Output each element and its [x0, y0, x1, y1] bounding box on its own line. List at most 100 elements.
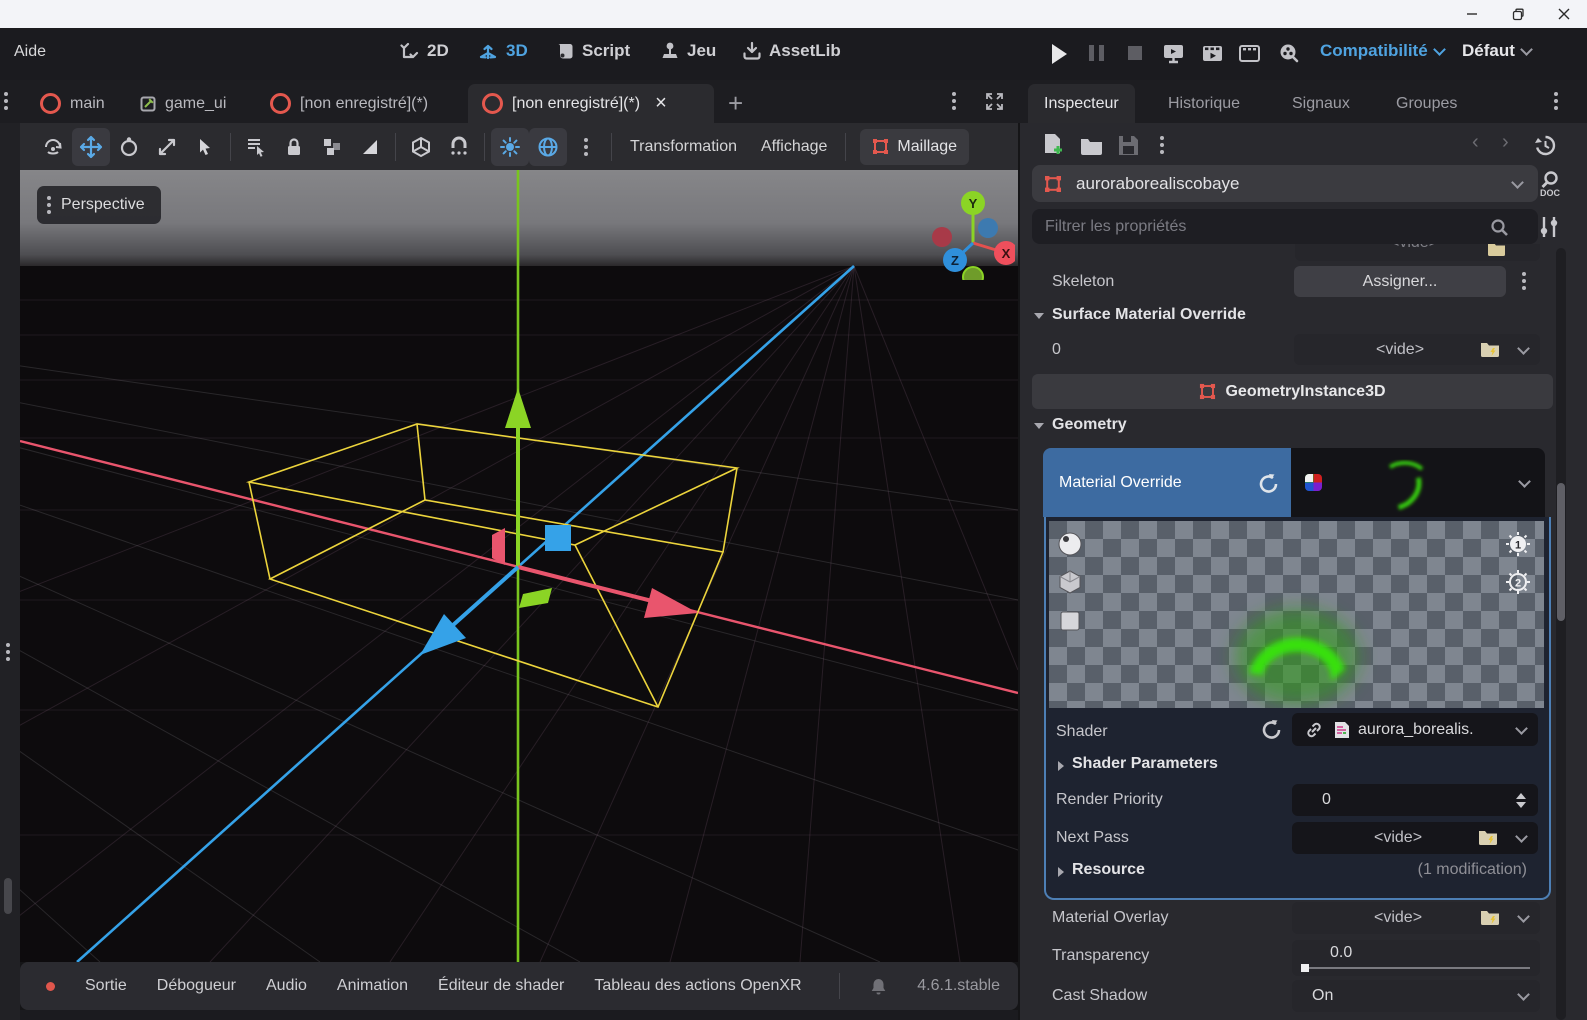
rotate-tool[interactable] — [110, 128, 148, 166]
remote-debug-icon[interactable] — [1162, 42, 1185, 65]
3d-viewport[interactable]: Perspective Y X Z — [20, 170, 1018, 962]
next-pass-picker[interactable]: <vide> — [1292, 822, 1538, 854]
preview-quad-icon[interactable] — [1057, 608, 1083, 634]
preview-environment-toggle[interactable] — [529, 128, 567, 166]
filter-properties-input[interactable] — [1032, 209, 1538, 244]
section-shader-parameters[interactable]: Shader Parameters — [1072, 755, 1218, 773]
save-resource-icon[interactable] — [1118, 135, 1139, 156]
category-geometryinstance3d[interactable]: GeometryInstance3D — [1032, 374, 1553, 409]
menu-aide[interactable]: Aide — [14, 43, 46, 61]
open-docs-icon[interactable]: DOC — [1538, 170, 1562, 198]
maillage-menu-button[interactable]: Maillage — [860, 129, 969, 165]
group-selected-tool[interactable] — [313, 128, 351, 166]
scene-tab-game-ui[interactable]: game_ui — [126, 84, 240, 123]
ruler-tool[interactable] — [351, 128, 389, 166]
play-button[interactable] — [1052, 44, 1067, 64]
material-overlay-picker[interactable]: <vide> — [1292, 902, 1540, 934]
collapse-icon[interactable] — [1034, 313, 1044, 319]
section-resource[interactable]: Resource — [1072, 861, 1145, 879]
revert-icon[interactable] — [1260, 717, 1284, 741]
scene-tabs-menu-icon[interactable] — [952, 99, 956, 103]
surface-material-picker[interactable]: <vide> — [1294, 334, 1540, 365]
spinner-icon[interactable] — [1516, 793, 1526, 808]
scale-tool[interactable] — [148, 128, 186, 166]
preview-light2-icon[interactable]: 2 — [1505, 569, 1531, 595]
tab-historique[interactable]: Historique — [1152, 84, 1256, 123]
workspace-3d[interactable]: 3D — [478, 41, 528, 61]
cast-shadow-dropdown[interactable]: On — [1292, 980, 1540, 1012]
revert-icon[interactable] — [1257, 471, 1281, 495]
local-space-toggle[interactable] — [402, 128, 440, 166]
workspace-assetlib[interactable]: AssetLib — [742, 41, 841, 61]
quick-load-icon[interactable] — [1480, 342, 1500, 358]
lock-selected-tool[interactable] — [275, 128, 313, 166]
move-tool[interactable] — [72, 128, 110, 166]
panel-shader-editor[interactable]: Éditeur de shader — [438, 977, 564, 995]
menu-affichage[interactable]: Affichage — [749, 138, 839, 156]
workspace-script[interactable]: Script — [556, 41, 630, 61]
preview-sun-toggle[interactable] — [491, 128, 529, 166]
clipped-property-row[interactable]: <vide> — [1295, 244, 1540, 261]
transparency-slider[interactable]: 0.0 — [1292, 940, 1540, 976]
close-icon[interactable] — [1541, 0, 1587, 28]
quick-load-icon[interactable] — [1480, 910, 1500, 926]
tab-groupes[interactable]: Groupes — [1380, 84, 1473, 123]
property-tools-icon[interactable] — [1538, 215, 1560, 239]
object-history-icon[interactable] — [1534, 134, 1557, 157]
render-priority-spinbox[interactable]: 0 — [1292, 784, 1538, 816]
preview-box-icon[interactable] — [1057, 569, 1083, 595]
preview-light1-icon[interactable]: 1 — [1505, 531, 1531, 557]
panel-sortie[interactable]: Sortie — [85, 977, 127, 995]
dock-handle-icon[interactable] — [6, 650, 10, 654]
snap-toggle[interactable] — [440, 128, 478, 166]
expand-icon[interactable] — [1058, 761, 1064, 771]
edited-object-selector[interactable]: auroraborealiscobaye — [1032, 165, 1538, 202]
dock-handle-icon[interactable] — [4, 99, 8, 103]
select-list-tool[interactable] — [237, 128, 275, 166]
panel-animation[interactable]: Animation — [337, 977, 408, 995]
section-geometry[interactable]: Geometry — [1052, 416, 1127, 434]
preview-options-menu-icon[interactable] — [567, 128, 605, 166]
scene-tab-unsaved-1[interactable]: [non enregistré](*) — [256, 84, 442, 123]
material-resource-picker[interactable] — [1291, 448, 1545, 517]
camera-preview-tool[interactable] — [34, 128, 72, 166]
renderer-info-icon[interactable] — [1277, 42, 1300, 65]
scene-tab-unsaved-2-active[interactable]: [non enregistré](*) × — [468, 84, 714, 123]
slider-grabber[interactable] — [1301, 964, 1309, 972]
movie-clapper-icon[interactable] — [1238, 42, 1261, 65]
close-tab-icon[interactable]: × — [655, 92, 667, 115]
workspace-jeu[interactable]: Jeu — [660, 41, 716, 61]
material-override-row[interactable]: Material Override — [1043, 448, 1291, 517]
panel-debogueur[interactable]: Débogueur — [157, 977, 236, 995]
menu-transformation[interactable]: Transformation — [618, 138, 749, 156]
panel-openxr[interactable]: Tableau des actions OpenXR — [594, 977, 801, 995]
history-back-icon[interactable]: ‹ — [1472, 131, 1479, 154]
layout-preset-select[interactable]: Défaut — [1462, 41, 1531, 61]
movie-writer-icon[interactable] — [1201, 42, 1224, 65]
dock-tabs-menu-icon[interactable] — [1554, 99, 1558, 103]
maximize-icon[interactable] — [1495, 0, 1541, 28]
inspector-scrollbar[interactable] — [1556, 248, 1566, 1020]
workspace-2d[interactable]: 2D — [400, 41, 449, 61]
panel-audio[interactable]: Audio — [266, 977, 307, 995]
tab-inspecteur[interactable]: Inspecteur — [1028, 84, 1135, 123]
history-forward-icon[interactable]: › — [1502, 131, 1509, 154]
perspective-menu-button[interactable]: Perspective — [37, 186, 161, 224]
select-tool[interactable] — [186, 128, 224, 166]
axis-orientation-gizmo[interactable]: Y X Z — [915, 180, 1015, 280]
expand-viewport-icon[interactable] — [985, 92, 1004, 111]
skeleton-options-icon[interactable] — [1522, 279, 1526, 283]
resource-menu-icon[interactable] — [1160, 143, 1164, 147]
scene-tab-main[interactable]: main — [26, 84, 119, 123]
tab-signaux[interactable]: Signaux — [1276, 84, 1366, 123]
new-resource-icon[interactable] — [1042, 133, 1064, 158]
scrollbar-thumb[interactable] — [1557, 483, 1565, 621]
preview-sphere-icon[interactable] — [1057, 531, 1083, 557]
pause-button[interactable] — [1089, 45, 1104, 61]
expand-icon[interactable] — [1058, 867, 1064, 877]
quick-load-icon[interactable] — [1478, 830, 1498, 846]
shader-resource-picker[interactable]: aurora_borealis. — [1292, 713, 1538, 746]
collapse-icon[interactable] — [1034, 423, 1044, 429]
notification-bell-icon[interactable] — [870, 977, 887, 996]
selected-mesh-wireframe[interactable] — [249, 424, 737, 707]
